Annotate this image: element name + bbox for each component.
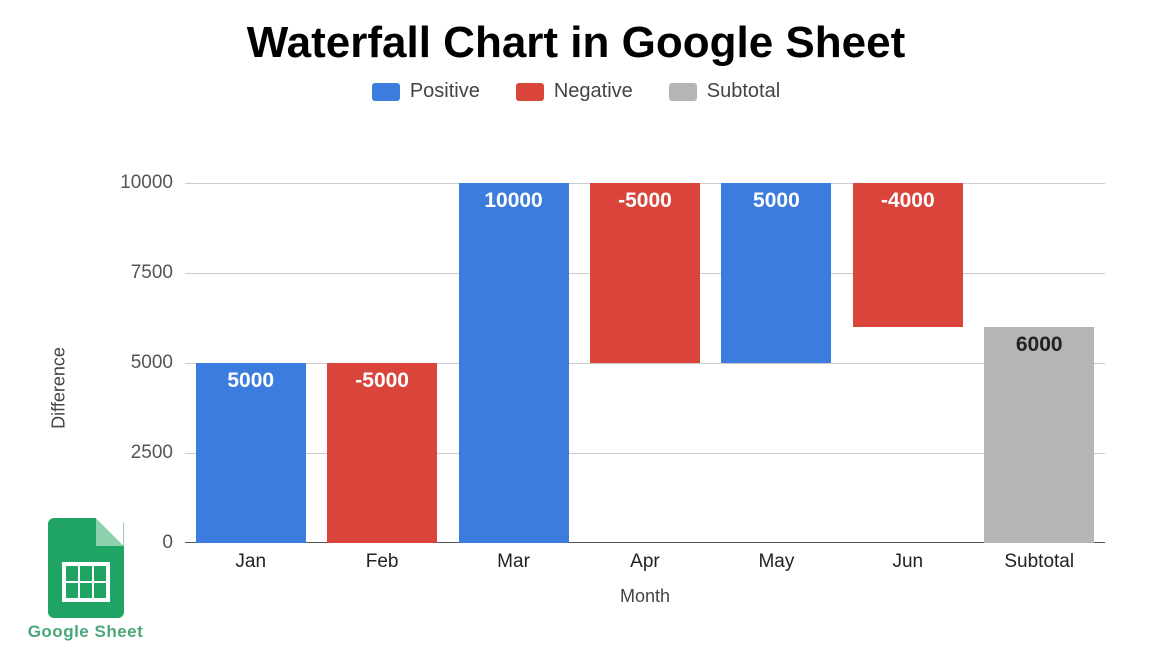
bar-slot: 6000Subtotal xyxy=(984,183,1094,543)
legend-label: Subtotal xyxy=(707,80,780,103)
legend-label: Positive xyxy=(410,80,480,103)
y-tick: 10000 xyxy=(120,172,173,194)
y-tick: 0 xyxy=(162,532,173,554)
chart-legend: Positive Negative Subtotal xyxy=(0,80,1152,103)
bar-slot: -5000Feb xyxy=(327,183,437,543)
bar-negative: -5000 xyxy=(327,363,437,543)
bar-negative: -4000 xyxy=(853,183,963,327)
x-axis-label: Month xyxy=(185,586,1105,607)
x-tick: Jan xyxy=(196,551,306,573)
x-tick: Feb xyxy=(327,551,437,573)
bar-value-label: 5000 xyxy=(196,369,306,393)
x-tick: Jun xyxy=(853,551,963,573)
bar-slot: 10000Mar xyxy=(459,183,569,543)
bar-slot: 5000May xyxy=(721,183,831,543)
legend-item-negative: Negative xyxy=(516,80,633,103)
y-tick: 7500 xyxy=(131,262,173,284)
bar-value-label: -5000 xyxy=(327,369,437,393)
x-tick: Subtotal xyxy=(984,551,1094,573)
legend-item-subtotal: Subtotal xyxy=(669,80,780,103)
legend-label: Negative xyxy=(554,80,633,103)
x-tick: Apr xyxy=(590,551,700,573)
y-axis-label: Difference xyxy=(48,347,69,429)
bar-value-label: 10000 xyxy=(459,189,569,213)
x-tick: May xyxy=(721,551,831,573)
chart-area: Difference 10000 7500 5000 2500 0 5000Ja… xyxy=(70,168,1130,608)
sheets-caption: Google Sheet xyxy=(18,622,153,642)
google-sheets-logo: Google Sheet xyxy=(18,518,153,642)
bar-slot: -5000Apr xyxy=(590,183,700,543)
legend-swatch-positive xyxy=(372,83,400,101)
legend-swatch-negative xyxy=(516,83,544,101)
chart-title: Waterfall Chart in Google Sheet xyxy=(0,18,1152,68)
legend-swatch-subtotal xyxy=(669,83,697,101)
bar-positive: 5000 xyxy=(196,363,306,543)
bar-value-label: 5000 xyxy=(721,189,831,213)
bar-negative: -5000 xyxy=(590,183,700,363)
bar-value-label: -5000 xyxy=(590,189,700,213)
bar-value-label: 6000 xyxy=(984,333,1094,357)
y-tick: 5000 xyxy=(131,352,173,374)
x-tick: Mar xyxy=(459,551,569,573)
bar-value-label: -4000 xyxy=(853,189,963,213)
bar-positive: 5000 xyxy=(721,183,831,363)
y-tick: 2500 xyxy=(131,442,173,464)
legend-item-positive: Positive xyxy=(372,80,480,103)
bar-slot: 5000Jan xyxy=(196,183,306,543)
bar-slot: -4000Jun xyxy=(853,183,963,543)
plot-area: 10000 7500 5000 2500 0 5000Jan-5000Feb10… xyxy=(185,183,1105,543)
bar-positive: 10000 xyxy=(459,183,569,543)
bar-subtotal: 6000 xyxy=(984,327,1094,543)
sheets-icon xyxy=(48,518,124,618)
